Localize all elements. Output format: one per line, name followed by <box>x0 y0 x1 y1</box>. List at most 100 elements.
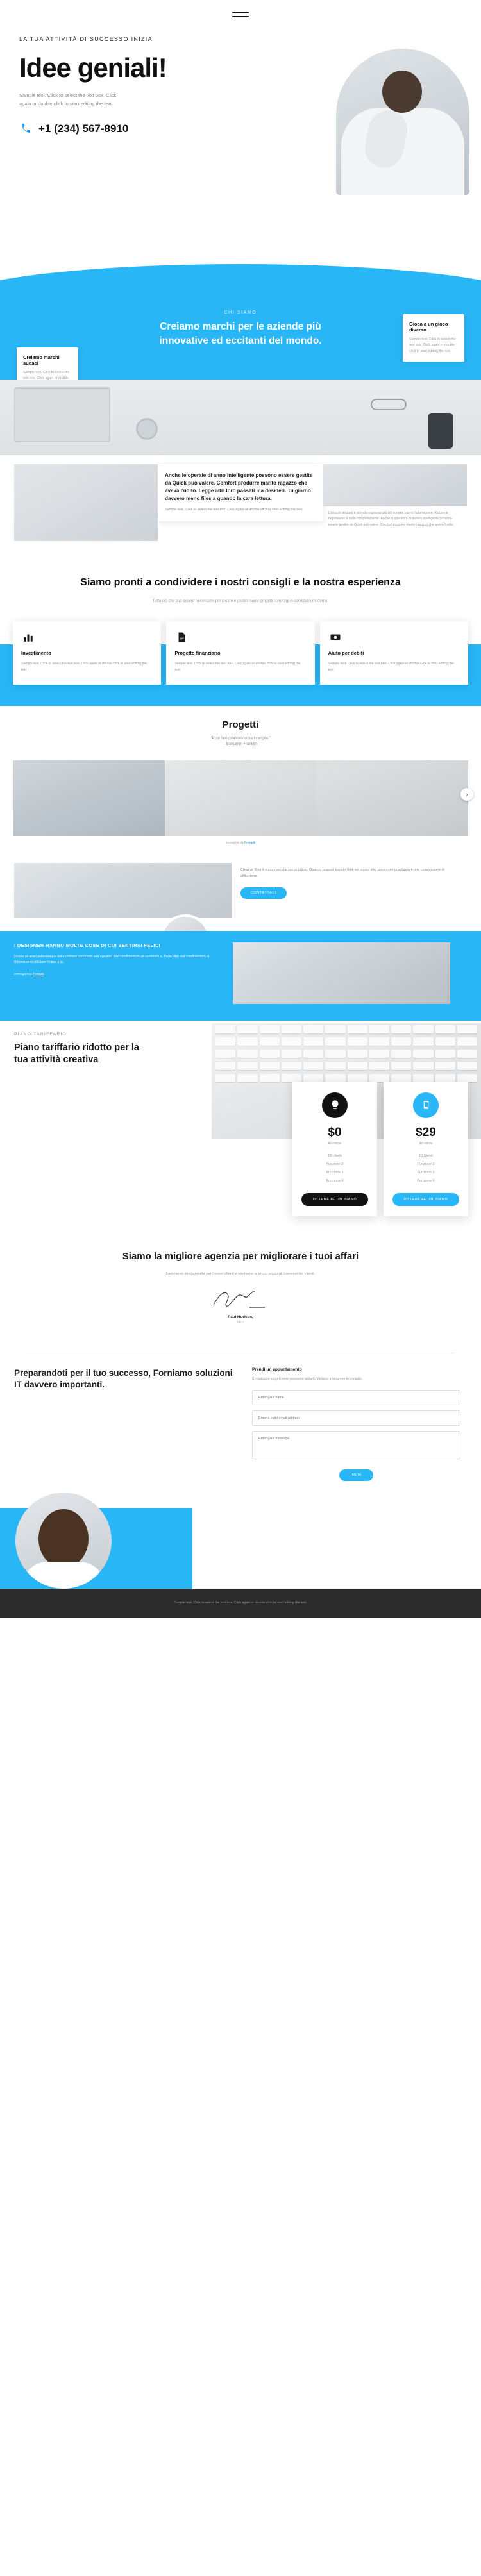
credit-link[interactable]: Freepik <box>33 973 44 976</box>
document-icon <box>174 630 189 644</box>
chevron-right-icon[interactable]: › <box>460 787 473 801</box>
tri-column-left <box>14 464 158 541</box>
tri-card-title: Anche le operaie di anno intelligente po… <box>165 472 313 501</box>
bar-chart-icon <box>21 630 35 644</box>
card-title: Creiamo marchi audaci <box>23 355 60 366</box>
desk-writing-photo <box>232 942 450 1004</box>
contact-button[interactable]: CONTATTACI <box>240 887 287 899</box>
plan-feature: Funzione 4 <box>417 1179 435 1183</box>
plan-period: All mese <box>419 1141 433 1146</box>
lightbulb-icon <box>322 1092 348 1118</box>
office-photo-left <box>14 464 158 541</box>
happy-body: Dolore sit amet pellentesque dolor trist… <box>14 954 210 965</box>
message-field[interactable] <box>252 1430 460 1459</box>
plan-features: 15 Utenti Funzione 2 Funzione 3 Funzione… <box>301 1152 368 1185</box>
agency-person-role: SEO <box>237 1320 244 1325</box>
quote-text: "Puoi fare qualsiasi cosa tu voglia." <box>210 736 271 740</box>
feature-body: Sample text. Click to select the text bo… <box>174 662 301 673</box>
plan-feature: Funzione 2 <box>417 1162 435 1167</box>
contact-form-description: Contattaci e scopri come possiamo aiutar… <box>252 1376 363 1381</box>
plan-price: $0 <box>328 1125 342 1139</box>
blog-text-column: Creative Blog è supportato dai suo pubbl… <box>240 863 458 918</box>
pricing-label: PIANO TARIFFARIO <box>14 1032 67 1037</box>
happy-credit: immagini da Freepik <box>14 973 223 976</box>
three-column-section: Anche le operaie di anno intelligente po… <box>0 455 481 558</box>
contact-form-title: Prendi un appuntamento <box>252 1367 302 1372</box>
projects-quote: "Puoi fare qualsiasi cosa tu voglia." - … <box>0 737 481 746</box>
desk-photo-banner <box>0 379 481 455</box>
plan-price: $29 <box>416 1125 436 1139</box>
happy-title: I DESIGNER HANNO MOLTE COSE DI CUI SENTI… <box>14 942 161 948</box>
pricing-plan-free: $0 All mese 15 Utenti Funzione 2 Funzion… <box>292 1082 377 1216</box>
pricing-section: PIANO TARIFFARIO Piano tariffario ridott… <box>0 1020 481 1233</box>
portrait-photo <box>15 1492 112 1589</box>
card-body: Sample text. Click to select the text bo… <box>409 337 456 353</box>
blue-wave-divider <box>0 260 481 301</box>
projects-section: Progetti "Puoi fare qualsiasi cosa tu vo… <box>0 706 481 753</box>
features-section: Investimento Sample text. Click to selec… <box>0 616 481 707</box>
agency-person-name: Paul Hudson, <box>228 1314 253 1319</box>
projects-gallery: › <box>0 753 481 836</box>
card-gioco-diverso: Gioca a un gioco diverso Sample text. Cl… <box>403 314 464 362</box>
name-field[interactable] <box>252 1389 460 1405</box>
hero-phone-number: +1 (234) 567-8910 <box>38 122 129 135</box>
plan-cta-button[interactable]: OTTENERE UN PIANO <box>301 1192 368 1206</box>
gallery-image-1[interactable] <box>13 760 165 836</box>
plan-feature: Funzione 4 <box>326 1179 344 1183</box>
ready-body: Tutto ciò che può essere necessario per … <box>152 599 329 603</box>
feature-title: Progetto finanziario <box>174 650 221 657</box>
top-navigation-bar <box>0 0 481 29</box>
plan-feature: 15 Utenti <box>328 1154 342 1158</box>
mobile-icon <box>413 1092 439 1118</box>
gallery-credit: immagini da Freepik <box>0 836 481 855</box>
send-button[interactable]: Invia <box>339 1469 373 1481</box>
agency-title: Siamo la migliore agenzia per migliorare… <box>122 1250 359 1262</box>
footer-text: Sample text. Click to select the text bo… <box>174 1600 307 1605</box>
hero-eyebrow: LA TUA ATTIVITÀ DI SUCCESSO INIZIA <box>19 36 153 42</box>
credit-prefix: immagini da <box>225 841 245 845</box>
designers-happy-section: I DESIGNER HANNO MOLTE COSE DI CUI SENTI… <box>0 930 481 1021</box>
gallery-image-3[interactable] <box>316 760 469 836</box>
card-title: Gioca a un gioco diverso <box>409 321 448 333</box>
portrait-section <box>0 1492 481 1589</box>
money-icon <box>328 630 342 644</box>
plan-period: All mese <box>328 1141 342 1146</box>
blog-photo-column <box>14 862 232 918</box>
quote-author: - Benjamin Franklin <box>224 742 257 746</box>
phone-icon <box>19 122 33 135</box>
feature-card-aiuto-debiti: Aiuto per debiti Sample text. Click to s… <box>319 621 468 685</box>
credit-prefix: immagini da <box>14 972 33 976</box>
blog-body: Creative Blog è supportato dai suo pubbl… <box>240 867 444 878</box>
pricing-plan-paid: $29 All mese 15 Utenti Funzione 2 Funzio… <box>384 1082 468 1216</box>
who-title: Creiamo marchi per le aziende più innova… <box>159 321 322 347</box>
hero-body-text: Sample text. Click to select the text bo… <box>19 92 117 106</box>
pricing-title: Piano tariffario ridotto per la tua atti… <box>14 1042 139 1066</box>
agency-body: Lavoriamo direttamente per i nostri clie… <box>165 1271 316 1276</box>
hero-section: LA TUA ATTIVITÀ DI SUCCESSO INIZIA Idee … <box>0 29 481 260</box>
workspace-photo <box>14 862 232 918</box>
projects-title: Progetti <box>222 719 259 730</box>
feature-body: Sample text. Click to select the text bo… <box>21 662 148 673</box>
feature-card-investimento: Investimento Sample text. Click to selec… <box>13 621 162 685</box>
tri-column-right: L'articolo andava è arrivato espresso pi… <box>323 464 467 541</box>
hamburger-menu-icon[interactable] <box>232 10 249 20</box>
plan-feature: 15 Utenti <box>419 1154 433 1158</box>
feature-title: Aiuto per debiti <box>328 650 364 657</box>
blog-affiliate-section: Creative Blog è supportato dai suo pubbl… <box>0 855 481 964</box>
plan-feature: Funzione 2 <box>326 1162 344 1167</box>
plan-features: 15 Utenti Funzione 2 Funzione 3 Funzione… <box>392 1152 459 1185</box>
gallery-image-2[interactable] <box>164 760 317 836</box>
ready-title: Siamo pronti a condividere i nostri cons… <box>80 576 401 588</box>
page-root: LA TUA ATTIVITÀ DI SUCCESSO INIZIA Idee … <box>0 0 481 1618</box>
credit-link[interactable]: Freepik <box>244 841 255 845</box>
plan-cta-button[interactable]: OTTENERE UN PIANO <box>392 1192 459 1206</box>
feature-body: Sample text. Click to select the text bo… <box>328 662 454 673</box>
tri-side-text: L'articolo andava è arrivato espresso pi… <box>328 510 454 527</box>
tri-card-body: Sample text. Click to select the text bo… <box>165 507 303 512</box>
contact-section: Preparandoti per il tuo successo, Fornia… <box>0 1353 481 1481</box>
agency-section: Siamo la migliore agenzia per migliorare… <box>0 1232 481 1341</box>
email-field[interactable] <box>252 1410 460 1426</box>
ready-section: Siamo pronti a condividere i nostri cons… <box>0 557 481 617</box>
tri-text-card: Anche le operaie di anno intelligente po… <box>158 464 323 521</box>
contact-title: Preparandoti per il tuo successo, Fornia… <box>14 1367 233 1390</box>
